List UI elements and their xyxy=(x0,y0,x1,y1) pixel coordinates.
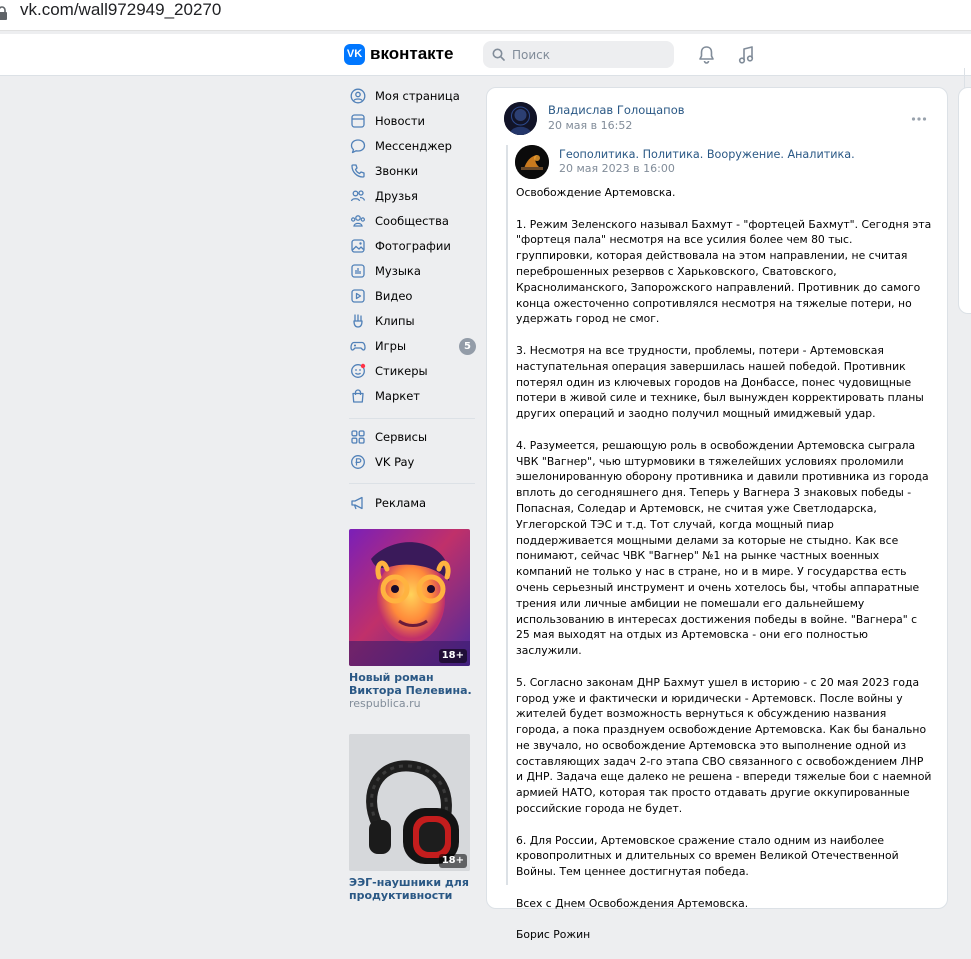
url-text[interactable]: vk.com/wall972949_20270 xyxy=(20,0,221,20)
sidebar-item-label: VK Pay xyxy=(375,455,415,469)
sidebar-item-friends[interactable]: Друзья xyxy=(349,185,477,207)
post-text: Освобождение Артемовска. 1. Режим Зеленс… xyxy=(516,185,932,959)
sidebar-item-music[interactable]: Музыка xyxy=(349,260,477,282)
sidebar-item-label: Музыка xyxy=(375,264,421,278)
sidebar-item-messenger[interactable]: Мессенджер xyxy=(349,135,477,157)
age-rating-badge: 18+ xyxy=(438,854,467,868)
repost-source-date[interactable]: 20 мая 2023 в 16:00 xyxy=(559,162,675,176)
sidebar-item-ads[interactable]: Реклама xyxy=(349,492,477,514)
ad-image-art xyxy=(349,529,470,666)
right-column-card xyxy=(958,87,971,314)
post-paragraph: Освобождение Артемовска. xyxy=(516,186,676,199)
vk-logo-icon[interactable]: VK xyxy=(344,44,365,65)
megaphone-icon xyxy=(351,496,363,510)
ad-title[interactable]: ЭЭГ-наушники для продуктивности xyxy=(349,876,475,902)
grid-icon xyxy=(351,430,365,444)
friends-icon xyxy=(350,190,366,202)
sidebar-item-label: Реклама xyxy=(375,496,427,510)
user-circle-icon xyxy=(350,88,366,104)
ad-domain[interactable]: respublica.ru xyxy=(349,697,421,710)
repost-source-name[interactable]: Геополитика. Политика. Вооружение. Анали… xyxy=(559,147,855,162)
sidebar-item-label: Новости xyxy=(375,114,425,128)
games-count-badge: 5 xyxy=(459,338,476,355)
sticker-icon xyxy=(351,363,366,378)
sidebar-item-label: Стикеры xyxy=(375,364,428,378)
sidebar-item-stickers[interactable]: Стикеры xyxy=(349,360,477,382)
post-paragraph: Всех с Днем Освобождения Артемовска. xyxy=(516,896,749,910)
source-avatar[interactable] xyxy=(515,145,549,179)
browser-address-bar[interactable]: vk.com/wall972949_20270 xyxy=(0,0,971,31)
sidebar-item-vkpay[interactable]: VK Pay xyxy=(349,451,477,473)
sidebar-item-my-page[interactable]: Моя страница xyxy=(349,85,477,107)
sidebar-divider xyxy=(349,418,475,419)
wall-post: Владислав Голощапов 20 мая в 16:52 Геопо… xyxy=(486,87,948,941)
sidebar-item-label: Сервисы xyxy=(375,430,428,444)
sidebar-item-video[interactable]: Видео xyxy=(349,285,477,307)
ad-title[interactable]: Новый роман Виктора Пелевина. xyxy=(349,671,475,697)
author-avatar-image xyxy=(504,102,537,135)
search-input[interactable] xyxy=(512,41,667,68)
sidebar-item-label: Маркет xyxy=(375,389,420,403)
sidebar-item-label: Звонки xyxy=(375,164,419,178)
sidebar-item-games[interactable]: Игры 5 xyxy=(349,335,477,357)
sidebar-item-photos[interactable]: Фотографии xyxy=(349,235,477,257)
more-options-icon[interactable] xyxy=(911,116,927,122)
sidebar-item-calls[interactable]: Звонки xyxy=(349,160,477,182)
age-rating-badge: 18+ xyxy=(438,649,467,663)
post-paragraph: 5. Согласно законам ДНР Бахмут ушел в ис… xyxy=(516,675,932,816)
sidebar-item-news[interactable]: Новости xyxy=(349,110,477,132)
headphones-image xyxy=(349,734,470,871)
post-paragraph: 4. Разумеется, решающую роль в освобожде… xyxy=(516,438,929,658)
ad-image[interactable]: 18+ xyxy=(349,529,470,666)
sidebar-item-communities[interactable]: Сообщества xyxy=(349,210,477,232)
video-icon xyxy=(351,289,365,303)
post-paragraph: 1. Режим Зеленского называл Бахмут - "фо… xyxy=(516,217,932,326)
sidebar-item-label: Клипы xyxy=(375,314,415,328)
phone-icon xyxy=(351,164,365,178)
sidebar-item-label: Друзья xyxy=(375,189,418,203)
search-box[interactable] xyxy=(483,41,674,68)
vk-logo-text[interactable]: вконтакте xyxy=(370,43,453,65)
post-author-name[interactable]: Владислав Голощапов xyxy=(548,103,685,118)
post-paragraph: Борис Рожин xyxy=(516,928,591,942)
music-note-icon[interactable] xyxy=(737,45,756,65)
sidebar-item-label: Мессенджер xyxy=(375,139,452,153)
vk-header: VK вконтакте xyxy=(0,34,971,109)
bag-icon xyxy=(352,389,364,403)
post-paragraph: 6. Для России, Артемовское сражение стал… xyxy=(516,833,899,879)
gamepad-icon xyxy=(350,341,366,351)
sidebar-item-label: Видео xyxy=(375,289,413,303)
post-date[interactable]: 20 мая в 16:52 xyxy=(548,119,632,133)
sidebar-item-label: Сообщества xyxy=(375,214,449,228)
repost-indicator-line xyxy=(506,145,508,885)
search-icon xyxy=(492,48,505,61)
sidebar-item-label: Игры xyxy=(375,339,407,353)
sidebar-item-label: Моя страница xyxy=(375,89,460,103)
clips-icon xyxy=(353,314,363,328)
newspaper-icon xyxy=(351,114,365,128)
sidebar-item-market[interactable]: Маркет xyxy=(349,385,477,407)
communities-icon xyxy=(351,215,365,227)
source-avatar-image xyxy=(515,145,549,179)
message-bubble-icon xyxy=(350,139,366,154)
post-paragraph: 3. Несмотря на все трудности, проблемы, … xyxy=(516,343,924,421)
sidebar-item-label: Фотографии xyxy=(375,239,451,253)
photo-icon xyxy=(351,239,365,253)
bell-icon[interactable] xyxy=(697,45,716,65)
vkpay-icon xyxy=(351,455,365,469)
ad-image[interactable]: 18+ xyxy=(349,734,470,871)
header-left-edge xyxy=(0,68,1,109)
lock-icon xyxy=(0,6,7,20)
sidebar-item-services[interactable]: Сервисы xyxy=(349,426,477,448)
sidebar-item-clips[interactable]: Клипы xyxy=(349,310,477,332)
sidebar-divider xyxy=(349,483,475,484)
author-avatar[interactable] xyxy=(504,102,537,135)
music-icon xyxy=(351,264,365,278)
